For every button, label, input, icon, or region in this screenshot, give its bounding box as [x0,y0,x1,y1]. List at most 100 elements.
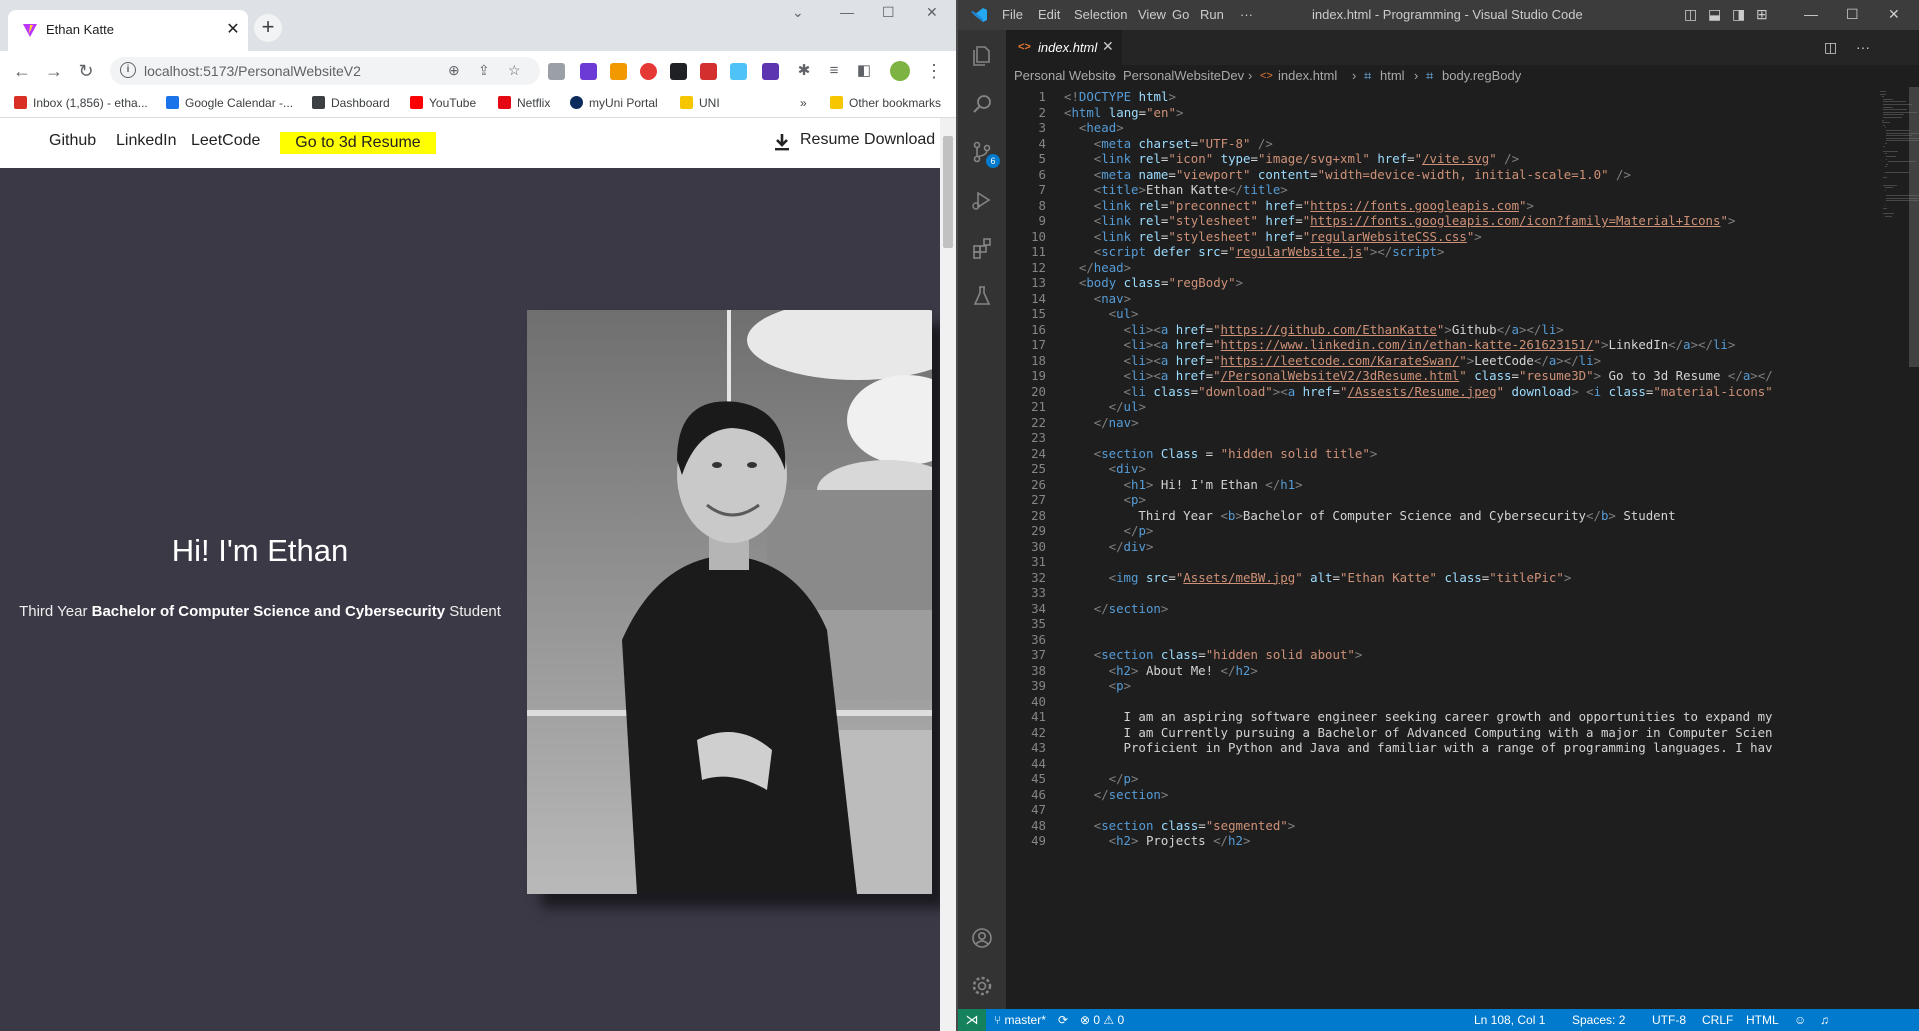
settings-gear-icon[interactable] [970,974,994,998]
media-control-icon[interactable]: ≡ [822,59,846,83]
side-panel-icon[interactable]: ◧ [852,59,876,83]
nav-link-leetcode[interactable]: LeetCode [191,132,260,150]
adblock-icon[interactable] [640,63,657,80]
editor-tab-index-html[interactable]: <> index.html ✕ [1006,30,1122,65]
vscode-close-icon[interactable]: ✕ [1888,6,1900,23]
menu-go[interactable]: Go [1172,7,1189,22]
back-icon[interactable]: ← [10,59,34,83]
site-info-icon[interactable]: i [120,62,136,78]
remote-indicator-icon[interactable]: ⋊ [958,1009,986,1031]
bookmarks-overflow[interactable]: » [800,96,807,110]
browser-tab[interactable]: Ethan Katte ✕ [8,10,248,51]
tab-search-icon[interactable]: ⌄ [792,4,804,21]
page-scrollbar-thumb[interactable] [943,136,953,248]
extension-icon[interactable] [700,63,717,80]
menu-run[interactable]: Run [1200,7,1224,22]
vscode-minimize-icon[interactable]: — [1804,6,1818,22]
breadcrumb-item[interactable]: Personal Website [1014,68,1116,83]
extension-icon[interactable] [670,63,687,80]
bookmark-myuni[interactable]: myUni Portal [570,96,658,110]
reload-icon[interactable]: ↻ [74,59,98,83]
zoom-icon[interactable]: ⊕ [448,62,460,79]
menu-more[interactable]: ··· [1240,7,1253,22]
run-debug-icon[interactable] [970,188,994,212]
bookmark-folder-uni[interactable]: UNI [680,96,720,110]
nav-link-github[interactable]: Github [49,132,96,150]
problems-indicator[interactable]: ⊗ 0 ⚠ 0 [1080,1013,1124,1027]
breadcrumb-item[interactable]: PersonalWebsiteDev [1123,68,1244,83]
code-editor[interactable]: 1 <!DOCTYPE html> 2 <html lang="en"> 3 <head>… [1006,87,1876,1009]
bookmarks-bar: Inbox (1,856) - etha... Google Calendar … [0,92,956,118]
tab-strip: Ethan Katte ✕ + ⌄ — ☐ ✕ [0,0,956,51]
bookmark-calendar[interactable]: Google Calendar -... [166,96,293,110]
language-mode[interactable]: HTML [1746,1013,1779,1027]
tab-close-icon[interactable]: ✕ [224,19,242,39]
feedback-icon[interactable]: ☺ [1794,1013,1806,1027]
breadcrumb-item[interactable]: index.html [1278,68,1337,83]
url-text[interactable]: localhost:5173/PersonalWebsiteV2 [144,63,361,79]
extension-icon[interactable] [762,63,779,80]
bookmark-star-icon[interactable]: ☆ [508,62,521,79]
close-window-icon[interactable]: ✕ [926,4,938,21]
editor-tab-close-icon[interactable]: ✕ [1102,38,1114,55]
editor-scrollbar-thumb[interactable] [1909,87,1919,367]
resume-download-link[interactable]: Resume Download [800,131,935,149]
code-token: charset [1138,135,1191,151]
extensions-icon[interactable] [970,236,994,260]
testing-flask-icon[interactable] [970,284,994,308]
sync-icon[interactable]: ⟳ [1058,1013,1068,1027]
maximize-icon[interactable]: ☐ [882,4,895,21]
breadcrumb-item[interactable]: body.regBody [1442,68,1521,83]
extension-icon[interactable] [610,63,627,80]
vscode-maximize-icon[interactable]: ☐ [1846,6,1859,23]
split-editor-icon[interactable]: ◫ [1824,39,1837,56]
nav-link-linkedin[interactable]: LinkedIn [116,132,177,150]
toggle-secondary-sidebar-icon[interactable]: ◨ [1732,6,1745,23]
bookmark-dashboard[interactable]: Dashboard [312,96,390,110]
address-bar[interactable]: i localhost:5173/PersonalWebsiteV2 ⊕ ⇪ ☆ [110,57,540,85]
toggle-panel-icon[interactable]: ⬓ [1708,6,1721,23]
nav-link-3d-resume[interactable]: Go to 3d Resume [280,132,436,154]
indentation[interactable]: Spaces: 2 [1572,1013,1625,1027]
more-actions-icon[interactable]: ··· [1856,39,1870,55]
toggle-sidebar-icon[interactable]: ◫ [1684,6,1697,23]
extension-icon[interactable] [730,63,747,80]
code-token: link [1101,151,1132,166]
forward-icon[interactable]: → [42,59,66,83]
minimap-line [1881,96,1884,98]
bookmark-gmail[interactable]: Inbox (1,856) - etha... [14,96,148,110]
breadcrumb-item[interactable]: html [1380,68,1405,83]
customize-layout-icon[interactable]: ⊞ [1756,6,1768,23]
bookmark-folder-other[interactable]: Other bookmarks [830,96,941,110]
extensions-puzzle-icon[interactable]: ✱ [792,59,816,83]
code-token: /PersonalWebsiteV2/3dResume.html [1220,368,1460,383]
menu-file[interactable]: File [1002,7,1023,22]
new-tab-button[interactable]: + [254,14,282,42]
accounts-icon[interactable] [970,926,994,950]
notifications-bell-icon[interactable]: ♫ [1820,1013,1829,1027]
bookmark-youtube[interactable]: YouTube [410,96,476,110]
download-icon[interactable] [772,132,792,152]
code-token: = [1205,352,1214,368]
minimize-icon[interactable]: — [840,4,854,20]
code-text: <p> [1124,492,1146,507]
menu-selection[interactable]: Selection [1074,7,1127,22]
search-icon[interactable] [970,92,994,116]
profile-avatar[interactable] [890,61,910,81]
share-icon[interactable]: ⇪ [478,62,490,79]
explorer-icon[interactable] [970,44,994,68]
end-of-line[interactable]: CRLF [1702,1013,1733,1027]
branch-indicator[interactable]: ⑂ master* [994,1013,1046,1027]
encoding[interactable]: UTF-8 [1652,1013,1686,1027]
extension-icon[interactable] [548,63,565,80]
bookmark-netflix[interactable]: Netflix [498,96,550,110]
page-scrollbar[interactable] [940,118,956,1031]
code-line[interactable]: 49 <h2> Projects </h2> [1006,833,1876,852]
menu-view[interactable]: View [1138,7,1166,22]
chrome-menu-icon[interactable]: ⋮ [922,59,946,83]
extension-icon[interactable] [580,63,597,80]
cursor-position[interactable]: Ln 108, Col 1 [1474,1013,1545,1027]
menu-edit[interactable]: Edit [1038,7,1060,22]
folder-icon [830,96,843,109]
